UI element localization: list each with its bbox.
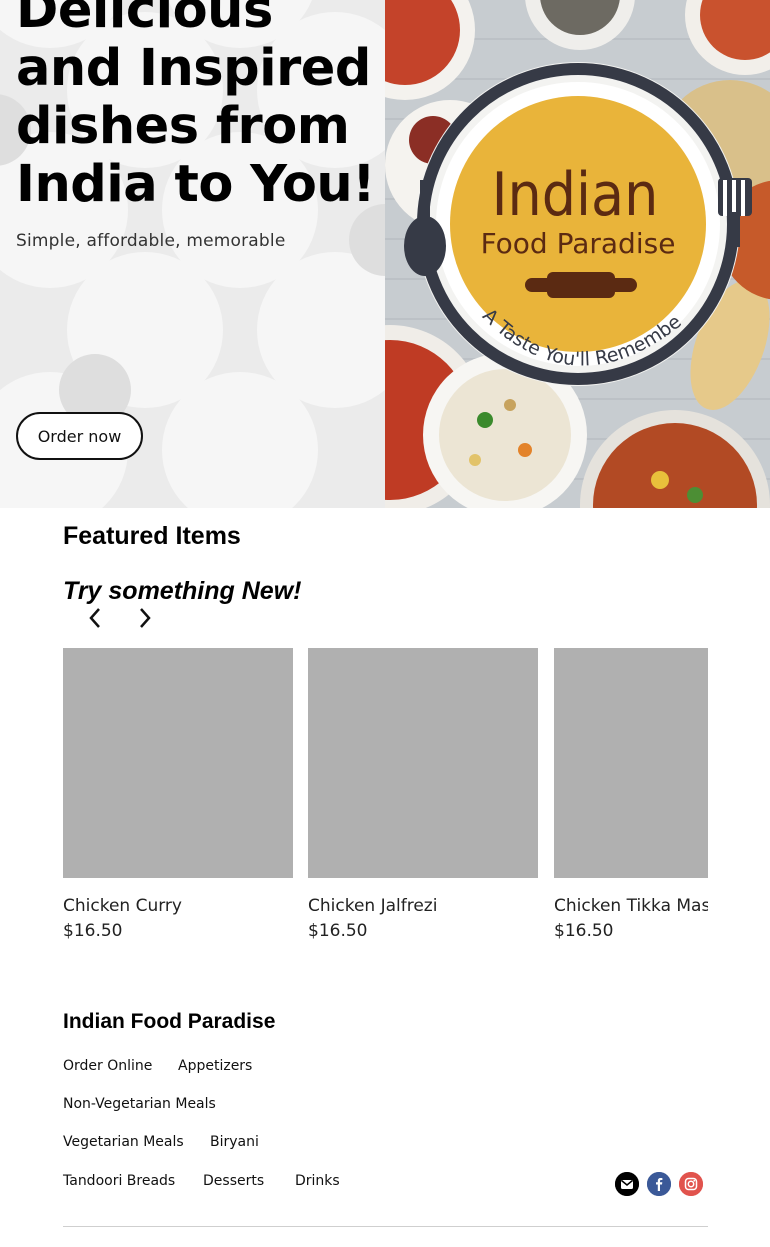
- footer-brand: Indian Food Paradise: [63, 1010, 276, 1033]
- chevron-right-icon[interactable]: [133, 606, 157, 630]
- menu-card[interactable]: Chicken Tikka Masala $16.50: [554, 648, 708, 941]
- hero-section: Delicious and Inspired dishes from India…: [0, 0, 770, 508]
- social-links: [615, 1172, 703, 1196]
- menu-card-image-placeholder: [554, 648, 708, 878]
- facebook-icon[interactable]: [647, 1172, 671, 1196]
- email-icon[interactable]: [615, 1172, 639, 1196]
- logo-line1: Indian: [492, 160, 659, 230]
- menu-card-name: Chicken Curry: [63, 896, 182, 916]
- footer-link-order-online[interactable]: Order Online: [63, 1058, 152, 1074]
- menu-card[interactable]: Chicken Jalfrezi $16.50: [308, 648, 538, 941]
- footer-link-non-vegetarian[interactable]: Non-Vegetarian Meals: [63, 1096, 216, 1112]
- menu-card-image-placeholder: [63, 648, 293, 878]
- footer-divider: [63, 1226, 708, 1227]
- featured-title: Featured Items: [63, 522, 241, 550]
- footer-link-tandoori-breads[interactable]: Tandoori Breads: [63, 1173, 175, 1189]
- footer-link-biryani[interactable]: Biryani: [210, 1134, 259, 1150]
- chevron-left-icon[interactable]: [83, 606, 107, 630]
- menu-card-name: Chicken Tikka Masala: [554, 896, 708, 916]
- hero-text-panel: Delicious and Inspired dishes from India…: [0, 0, 385, 508]
- menu-card-price: $16.50: [554, 921, 614, 941]
- menu-card[interactable]: Chicken Curry $16.50: [63, 648, 293, 941]
- food-photo: Indian Food Paradise A Taste You'll Reme…: [385, 0, 770, 508]
- site-footer: Indian Food Paradise Order Online Appeti…: [63, 1010, 708, 1227]
- menu-card-price: $16.50: [63, 921, 123, 941]
- featured-subtitle: Try something New!: [63, 577, 302, 605]
- menu-card-name: Chicken Jalfrezi: [308, 896, 438, 916]
- instagram-icon[interactable]: [679, 1172, 703, 1196]
- footer-link-desserts[interactable]: Desserts: [203, 1173, 264, 1189]
- footer-link-drinks[interactable]: Drinks: [295, 1173, 340, 1189]
- footer-link-vegetarian[interactable]: Vegetarian Meals: [63, 1134, 184, 1150]
- order-now-button[interactable]: Order now: [16, 412, 143, 460]
- hero-title: Delicious and Inspired dishes from India…: [16, 0, 375, 214]
- logo-line2: Food Paradise: [481, 227, 676, 260]
- featured-items-section: Featured Items Try something New! Chicke…: [63, 522, 708, 941]
- featured-carousel: Chicken Curry $16.50 Chicken Jalfrezi $1…: [63, 648, 708, 958]
- hero-copy: Delicious and Inspired dishes from India…: [16, 0, 376, 251]
- hero-subtitle: Simple, affordable, memorable: [16, 231, 286, 251]
- hero-food-image: Indian Food Paradise A Taste You'll Reme…: [385, 0, 770, 508]
- menu-card-price: $16.50: [308, 921, 368, 941]
- footer-link-appetizers[interactable]: Appetizers: [178, 1058, 252, 1074]
- menu-card-image-placeholder: [308, 648, 538, 878]
- carousel-nav: [83, 606, 157, 630]
